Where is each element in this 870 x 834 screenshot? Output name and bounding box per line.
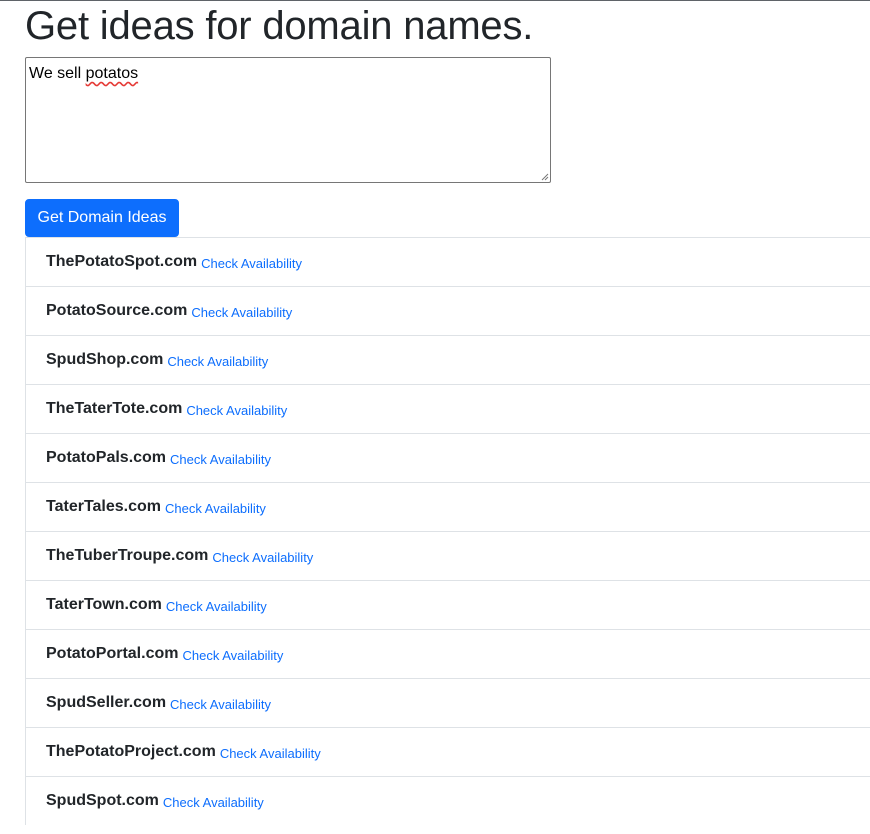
domain-name: TaterTown.com	[46, 596, 162, 613]
check-availability-link[interactable]: Check Availability	[170, 697, 271, 712]
list-item: ThePotatoSpot.com Check Availability	[26, 237, 870, 286]
domain-name: PotatoPortal.com	[46, 645, 179, 662]
list-item: SpudSeller.com Check Availability	[26, 678, 870, 727]
check-availability-link[interactable]: Check Availability	[212, 550, 313, 565]
list-item: TheTaterTote.com Check Availability	[26, 384, 870, 433]
check-availability-link[interactable]: Check Availability	[170, 452, 271, 467]
list-item: SpudShop.com Check Availability	[26, 335, 870, 384]
list-item: TaterTown.com Check Availability	[26, 580, 870, 629]
domain-name: SpudShop.com	[46, 351, 164, 368]
spellcheck-word: potatos	[85, 65, 139, 82]
check-availability-link[interactable]: Check Availability	[165, 501, 266, 516]
list-item: TheTuberTroupe.com Check Availability	[26, 531, 870, 580]
domain-name: ThePotatoSpot.com	[46, 253, 198, 270]
description-text: We sell	[29, 65, 86, 82]
domain-name: SpudSeller.com	[46, 694, 167, 711]
resize-handle-icon[interactable]	[541, 173, 549, 181]
get-domain-ideas-button[interactable]: Get Domain Ideas	[25, 199, 179, 237]
list-item: PotatoPortal.com Check Availability	[26, 629, 870, 678]
list-item: TaterTales.com Check Availability	[26, 482, 870, 531]
check-availability-link[interactable]: Check Availability	[191, 305, 292, 320]
domain-name: SpudSpot.com	[46, 792, 159, 809]
check-availability-link[interactable]: Check Availability	[167, 354, 268, 369]
page-title: Get ideas for domain names.	[25, 4, 534, 48]
domain-name: TaterTales.com	[46, 498, 162, 515]
domain-name: ThePotatoProject.com	[46, 743, 216, 760]
list-item: PotatoPals.com Check Availability	[26, 433, 870, 482]
check-availability-link[interactable]: Check Availability	[201, 256, 302, 271]
description-textarea[interactable]: We sell potatos	[25, 57, 551, 183]
domain-name: PotatoPals.com	[46, 449, 167, 466]
domain-name: PotatoSource.com	[46, 302, 188, 319]
list-item: ThePotatoProject.com Check Availability	[26, 727, 870, 776]
list-item: PotatoSource.com Check Availability	[26, 286, 870, 335]
domain-name: TheTuberTroupe.com	[46, 547, 209, 564]
list-item: SpudSpot.com Check Availability	[26, 776, 870, 825]
domain-name: TheTaterTote.com	[46, 400, 183, 417]
window-top-border	[0, 0, 870, 1]
check-availability-link[interactable]: Check Availability	[166, 599, 267, 614]
check-availability-link[interactable]: Check Availability	[163, 795, 264, 810]
check-availability-link[interactable]: Check Availability	[186, 403, 287, 418]
check-availability-link[interactable]: Check Availability	[182, 648, 283, 663]
check-availability-link[interactable]: Check Availability	[220, 746, 321, 761]
domain-ideas-list: ThePotatoSpot.com Check Availability Potat…	[25, 237, 870, 825]
